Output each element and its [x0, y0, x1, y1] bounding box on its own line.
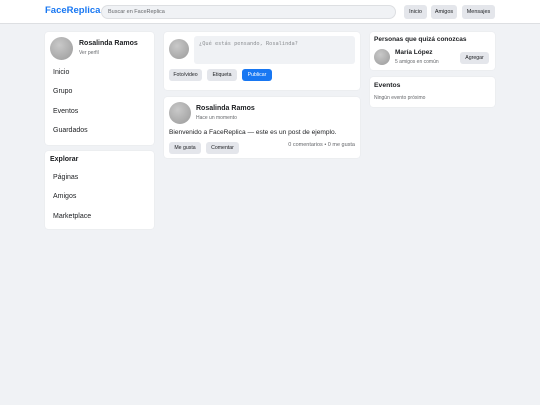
sidebar-item-eventos[interactable]: Eventos: [53, 108, 78, 115]
post-composer-card: ¿Qué estás pensando, Rosalinda? Foto/vid…: [164, 32, 360, 90]
publish-button[interactable]: Publicar: [242, 69, 272, 81]
composer-placeholder: ¿Qué estás pensando, Rosalinda?: [199, 41, 298, 47]
post-stats: 0 comentarios • 0 me gusta: [288, 142, 355, 148]
add-friend-button[interactable]: Agregar: [460, 52, 489, 64]
search-input[interactable]: [101, 5, 396, 19]
like-button[interactable]: Me gusta: [169, 142, 201, 154]
tag-button[interactable]: Etiqueta: [207, 69, 237, 81]
app-logo[interactable]: FaceReplica: [45, 5, 100, 16]
composer-textarea[interactable]: ¿Qué estás pensando, Rosalinda?: [194, 36, 355, 64]
explore-card: Explorar Páginas Amigos Marketplace: [45, 151, 154, 229]
nav-friends-button[interactable]: Amigos: [431, 5, 457, 19]
suggestion-name[interactable]: María López: [395, 49, 433, 56]
suggestion-avatar[interactable]: [374, 49, 390, 65]
post-author-name[interactable]: Rosalinda Ramos: [196, 105, 255, 112]
top-navigation-bar: FaceReplica Inicio Amigos Mensajes: [0, 0, 540, 24]
explore-item-amigos[interactable]: Amigos: [53, 193, 76, 200]
profile-avatar[interactable]: [50, 37, 73, 60]
explore-item-marketplace[interactable]: Marketplace: [53, 213, 91, 220]
suggestions-title: Personas que quizá conozcas: [374, 36, 467, 43]
left-sidebar-card: Rosalinda Ramos Ver perfil Inicio Grupo …: [45, 32, 154, 145]
post-author-avatar[interactable]: [169, 102, 191, 124]
nav-home-button[interactable]: Inicio: [404, 5, 427, 19]
suggestions-card: Personas que quizá conozcas María López …: [370, 32, 495, 70]
comment-button[interactable]: Comentar: [206, 142, 239, 154]
nav-messages-button[interactable]: Mensajes: [462, 5, 495, 19]
explore-title: Explorar: [50, 156, 79, 163]
sidebar-item-grupo[interactable]: Grupo: [53, 88, 72, 95]
post-timestamp: Hace un momento: [196, 115, 237, 121]
sidebar-item-inicio[interactable]: Inicio: [53, 69, 69, 76]
profile-name[interactable]: Rosalinda Ramos: [79, 40, 138, 47]
profile-link[interactable]: Ver perfil: [79, 50, 99, 56]
composer-avatar: [169, 39, 189, 59]
events-title: Eventos: [374, 82, 401, 89]
events-empty-text: Ningún evento próximo: [374, 95, 426, 101]
events-card: Eventos Ningún evento próximo: [370, 77, 495, 107]
post-text: Bienvenido a FaceReplica — este es un po…: [169, 129, 337, 136]
post-card: Rosalinda Ramos Hace un momento Bienveni…: [164, 97, 360, 158]
suggestion-mutual-friends: 5 amigos en común: [395, 59, 439, 65]
explore-item-paginas[interactable]: Páginas: [53, 174, 78, 181]
photo-video-button[interactable]: Foto/video: [169, 69, 202, 81]
sidebar-item-guardados[interactable]: Guardados: [53, 127, 88, 134]
